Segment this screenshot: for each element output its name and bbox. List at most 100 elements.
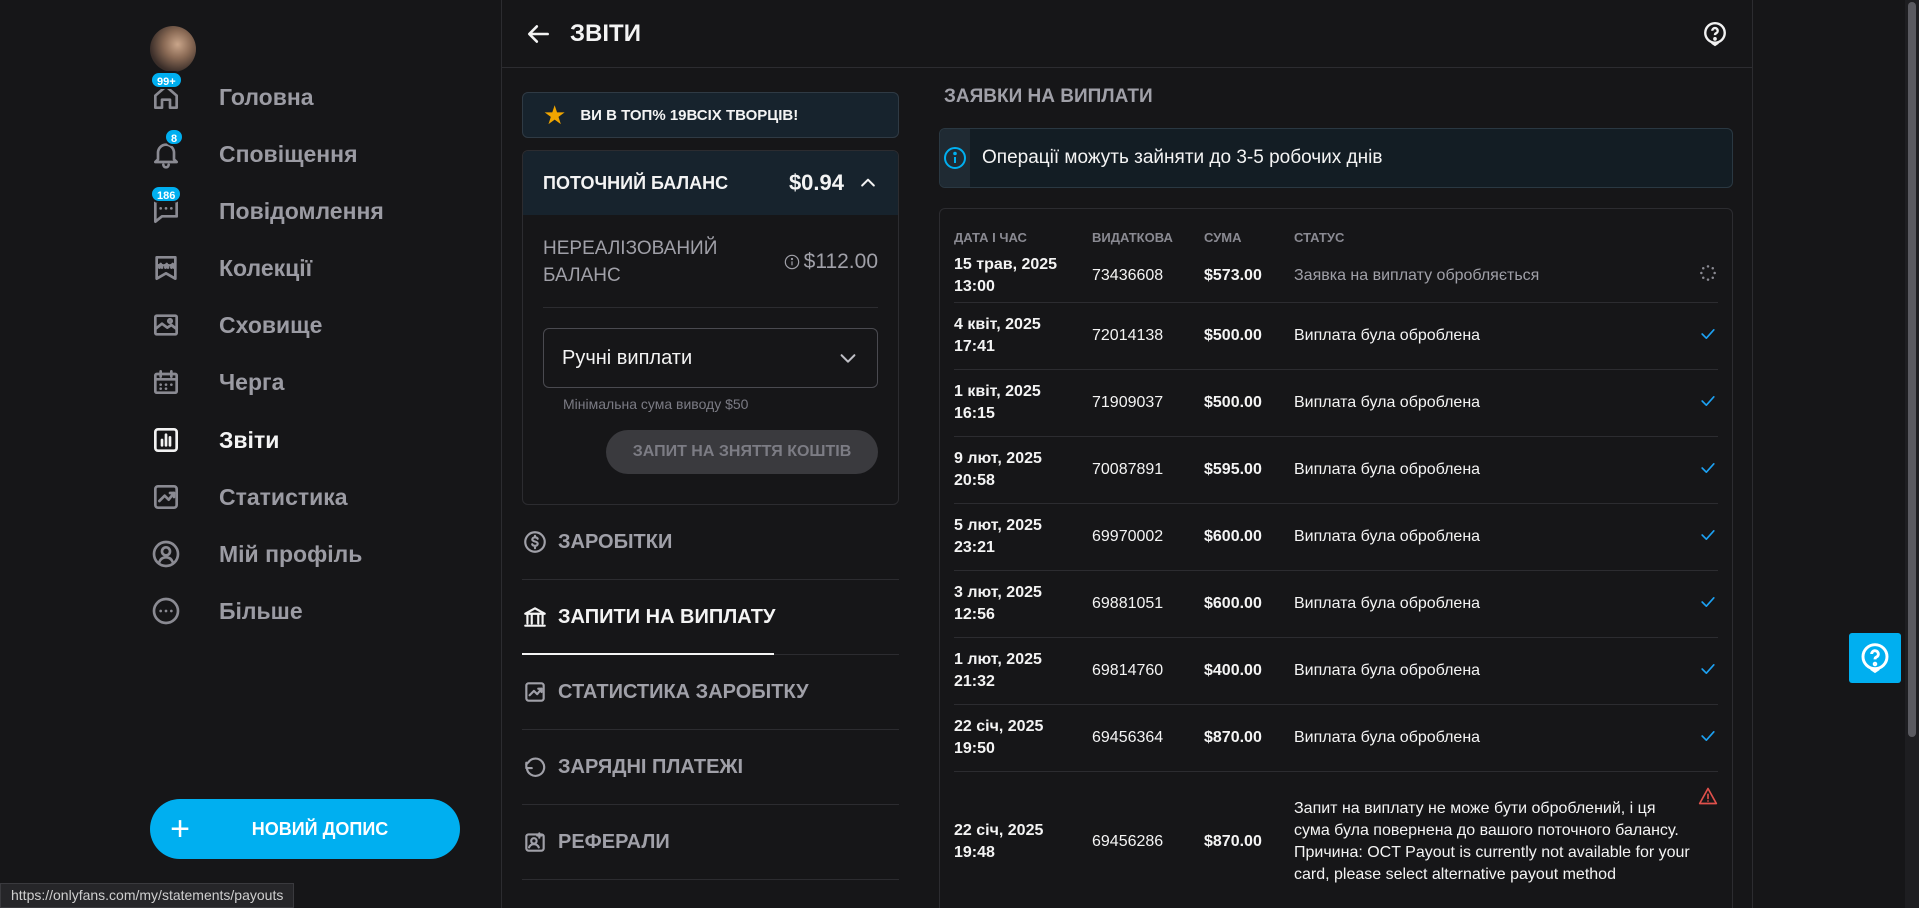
sidebar-item-label: Звіти — [219, 426, 280, 453]
status-icon-cell — [1694, 726, 1718, 751]
time-text: 19:48 — [954, 844, 995, 861]
sidebar-item-label: Головна — [219, 83, 314, 110]
amount-cell: $870.00 — [1204, 833, 1262, 850]
payout-mode-value: Ручні виплати — [562, 346, 693, 369]
id-cell: 69814760 — [1092, 662, 1164, 679]
id-cell: 71909037 — [1092, 394, 1164, 411]
status-icon-cell — [1694, 659, 1718, 684]
calendar-icon — [150, 359, 196, 405]
sidebar-item-label: Мій профіль — [219, 540, 363, 567]
sidebar-item-label: Черга — [219, 368, 285, 395]
time-text: 21:32 — [954, 673, 995, 690]
statements-menu: ЗАРОБІТКИ ЗАПИТИ НА ВИПЛАТУ СТАТИСТИКА ЗАР… — [522, 505, 899, 880]
statements-menu-label: ЗАРЯДНІ ПЛАТЕЖІ — [558, 755, 744, 778]
statements-menu-item-1[interactable]: ЗАПИТИ НА ВИПЛАТУ — [522, 580, 899, 655]
column-header-amount: СУМА — [1204, 230, 1242, 245]
scrollbar-thumb[interactable] — [1908, 2, 1916, 737]
page-header: ЗВІТИ — [502, 0, 1752, 68]
chevron-down-icon — [840, 354, 856, 363]
status-reason: Причина: OCT Payout is currently not ava… — [1294, 844, 1690, 883]
notification-badge: 186 — [150, 185, 183, 203]
id-cell: 69456286 — [1092, 833, 1164, 850]
amount-cell: $870.00 — [1204, 729, 1262, 746]
status-cell: Виплата була оброблена — [1294, 729, 1481, 746]
profile-icon — [150, 531, 196, 577]
collections-icon — [150, 245, 196, 291]
payouts-table: ДАТА І ЧАС ВИДАТКОВА СУМА СТАТУС 15 трав… — [939, 208, 1733, 908]
amount-cell: $500.00 — [1204, 394, 1262, 411]
statements-menu-label: ЗАПИТИ НА ВИПЛАТУ — [558, 605, 776, 628]
status-icon-cell — [1694, 324, 1718, 349]
table-row: 22 січ, 2025 19:50 69456364 $870.00 Виплата … — [954, 705, 1718, 772]
sidebar-item-5[interactable]: Черга — [150, 357, 450, 407]
statements-menu-label: РЕФЕРАЛИ — [558, 830, 670, 853]
chevron-up-icon[interactable] — [858, 173, 878, 193]
sidebar-item-6[interactable]: Звіти — [150, 415, 450, 465]
date-text: 22 січ, 2025 — [954, 718, 1044, 735]
plus-icon: + — [170, 810, 190, 848]
floating-help-button[interactable] — [1849, 633, 1901, 683]
avatar[interactable] — [150, 26, 196, 72]
check-icon — [1701, 730, 1715, 741]
notification-badge: 8 — [164, 128, 185, 146]
sidebar-item-7[interactable]: Статистика — [150, 472, 450, 522]
warning-icon — [1698, 787, 1718, 805]
page-scrollbar[interactable] — [1905, 0, 1919, 908]
amount-cell: $600.00 — [1204, 595, 1262, 612]
sidebar-item-3[interactable]: Колекції — [150, 243, 450, 293]
sidebar-item-label: Повідомлення — [219, 197, 384, 224]
sidebar-item-9[interactable]: Більше — [150, 586, 450, 636]
statements-menu-label: СТАТИСТИКА ЗАРОБІТКУ — [558, 680, 809, 703]
status-icon-cell — [1694, 592, 1718, 617]
message-icon: 186 — [150, 185, 196, 234]
column-header-status: СТАТУС — [1294, 230, 1345, 245]
id-cell: 72014138 — [1092, 327, 1164, 344]
page-title: ЗВІТИ — [570, 19, 641, 47]
back-arrow-icon[interactable] — [526, 21, 552, 47]
date-cell: 5 лют, 2025 23:21 — [954, 515, 1092, 559]
sidebar-item-label: Сховище — [219, 311, 323, 338]
notification-badge: 99+ — [150, 71, 183, 89]
time-text: 17:41 — [954, 338, 995, 355]
date-cell: 22 січ, 2025 19:48 — [954, 820, 1092, 864]
statements-menu-item-4[interactable]: РЕФЕРАЛИ — [522, 805, 899, 880]
id-cell: 73436608 — [1092, 266, 1164, 284]
statements-menu-item-3[interactable]: ЗАРЯДНІ ПЛАТЕЖІ — [522, 730, 899, 805]
current-balance-header[interactable]: ПОТОЧНИЙ БАЛАНС $0.94 — [523, 151, 898, 215]
sidebar-item-8[interactable]: Мій профіль — [150, 529, 450, 579]
date-cell: 1 квіт, 2025 16:15 — [954, 381, 1092, 425]
withdraw-request-button[interactable]: ЗАПИТ НА ЗНЯТТЯ КОШТІВ — [606, 430, 878, 474]
sidebar-item-label: Колекції — [219, 254, 313, 281]
payout-requests-column: ЗАЯВКИ НА ВИПЛАТИ Операції можуть зайнят… — [939, 86, 1733, 908]
statements-menu-item-2[interactable]: СТАТИСТИКА ЗАРОБІТКУ — [522, 655, 899, 730]
date-cell: 4 квіт, 2025 17:41 — [954, 314, 1092, 358]
check-icon — [1701, 529, 1715, 540]
date-cell: 1 лют, 2025 21:32 — [954, 649, 1092, 693]
column-header-date: ДАТА І ЧАС — [954, 230, 1027, 245]
balance-body: НЕРЕАЛІЗОВАНИЙ БАЛАНС $112.00 Ручні випл… — [523, 215, 898, 504]
statements-menu-label: ЗАРОБІТКИ — [558, 530, 673, 553]
date-cell: 9 лют, 2025 20:58 — [954, 448, 1092, 492]
sidebar-item-1[interactable]: 8 Сповіщення — [150, 128, 450, 179]
table-body: 15 трав, 2025 13:00 73436608 $573.00 Заявка … — [954, 249, 1718, 908]
status-icon-cell — [1694, 391, 1718, 416]
processing-info-banner: Операції можуть зайняти до 3-5 робочих д… — [939, 128, 1733, 188]
help-icon[interactable] — [1702, 21, 1728, 47]
payout-mode-select[interactable]: Ручні виплати — [543, 328, 878, 388]
sidebar-item-4[interactable]: Сховище — [150, 300, 450, 350]
sidebar-item-0[interactable]: 99+ Головна — [150, 71, 450, 122]
referral-icon — [522, 829, 548, 855]
star-icon: ★ — [543, 100, 567, 130]
spinner-icon — [1700, 265, 1716, 281]
status-text: Запит на виплату не може бути оброблений… — [1294, 800, 1679, 839]
id-cell: 69970002 — [1092, 528, 1164, 545]
time-text: 12:56 — [954, 606, 995, 623]
minimum-withdrawal-note: Мінімальна сума виводу $50 — [563, 396, 749, 412]
table-row: 1 лют, 2025 21:32 69814760 $400.00 Виплата б… — [954, 638, 1718, 705]
statements-menu-item-0[interactable]: ЗАРОБІТКИ — [522, 505, 899, 580]
new-post-button[interactable]: + НОВИЙ ДОПИС — [150, 799, 460, 859]
sidebar-item-2[interactable]: 186 Повідомлення — [150, 185, 450, 236]
date-text: 3 лют, 2025 — [954, 584, 1042, 601]
chart-icon — [522, 679, 548, 705]
info-icon[interactable] — [784, 254, 800, 270]
